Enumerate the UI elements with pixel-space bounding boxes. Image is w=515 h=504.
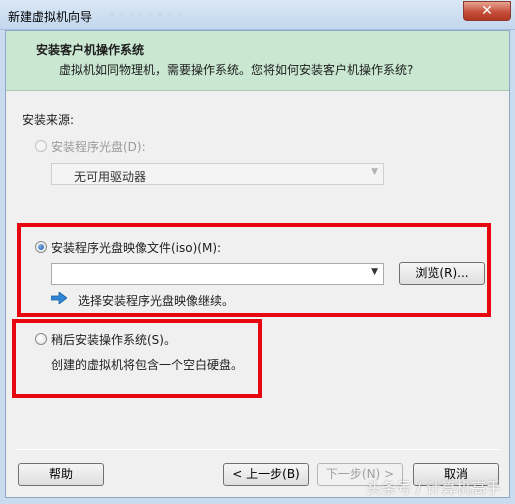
title-bar: 新建虚拟机向导 · · · · · · · · ✕ [0,0,515,30]
chevron-down-icon: ▼ [371,167,378,177]
watermark-text: 头条号 / 计算机高手 [366,479,501,497]
install-source-label: 安装来源: [22,113,75,127]
wizard-dialog: 安装客户机操作系统 虚拟机如同物理机，需要操作系统。您将如何安装客户机操作系统?… [5,30,510,498]
page-title: 安装客户机操作系统 [36,43,145,57]
disc-radio[interactable] [35,140,47,152]
drive-select[interactable]: 无可用驱动器 ▼ [51,163,384,185]
back-button[interactable]: < 上一步(B) [223,463,309,486]
help-button[interactable]: 帮助 [18,463,104,486]
wizard-header: 安装客户机操作系统 虚拟机如同物理机，需要操作系统。您将如何安装客户机操作系统? [6,31,509,91]
close-button[interactable]: ✕ [463,1,511,21]
blurred-title-overlay: · · · · · · · · [110,8,183,22]
footer-separator [16,449,500,450]
highlight-box-iso [17,223,491,317]
disc-option-label: 安装程序光盘(D): [51,140,146,154]
page-subtitle: 虚拟机如同物理机，需要操作系统。您将如何安装客户机操作系统? [59,63,414,77]
window-title: 新建虚拟机向导 [8,10,93,24]
highlight-box-later [12,319,262,398]
drive-select-value: 无可用驱动器 [74,170,147,184]
